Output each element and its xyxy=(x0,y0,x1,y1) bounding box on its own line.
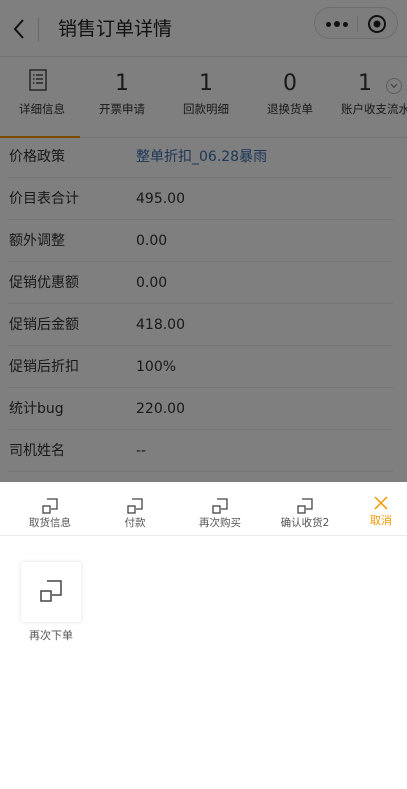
action-label: 再次购买 xyxy=(199,517,241,529)
action-square-icon xyxy=(127,498,143,514)
modal-overlay[interactable] xyxy=(0,0,407,482)
action-square-icon xyxy=(212,498,228,514)
action-label: 付款 xyxy=(124,517,146,529)
action-label: 取货信息 xyxy=(29,517,71,529)
close-icon[interactable] xyxy=(373,495,389,511)
confirm-receipt-button[interactable]: 确认收货2 xyxy=(263,482,347,536)
action-bar: 取货信息 付款 再次购买 确认收货2 取消 xyxy=(0,482,407,536)
cancel-button[interactable]: 取消 xyxy=(366,513,396,529)
pay-button[interactable]: 付款 xyxy=(93,482,177,536)
action-square-icon xyxy=(40,580,62,602)
action-square-icon xyxy=(297,498,313,514)
action-sheet: 取货信息 付款 再次购买 确认收货2 取消 再次下单 xyxy=(0,482,407,789)
pickup-info-button[interactable]: 取货信息 xyxy=(8,482,92,536)
reorder-label: 再次下单 xyxy=(29,629,73,642)
action-square-icon xyxy=(42,498,58,514)
action-label: 确认收货2 xyxy=(280,517,330,529)
buy-again-button[interactable]: 再次购买 xyxy=(178,482,262,536)
reorder-tile[interactable] xyxy=(21,562,81,622)
